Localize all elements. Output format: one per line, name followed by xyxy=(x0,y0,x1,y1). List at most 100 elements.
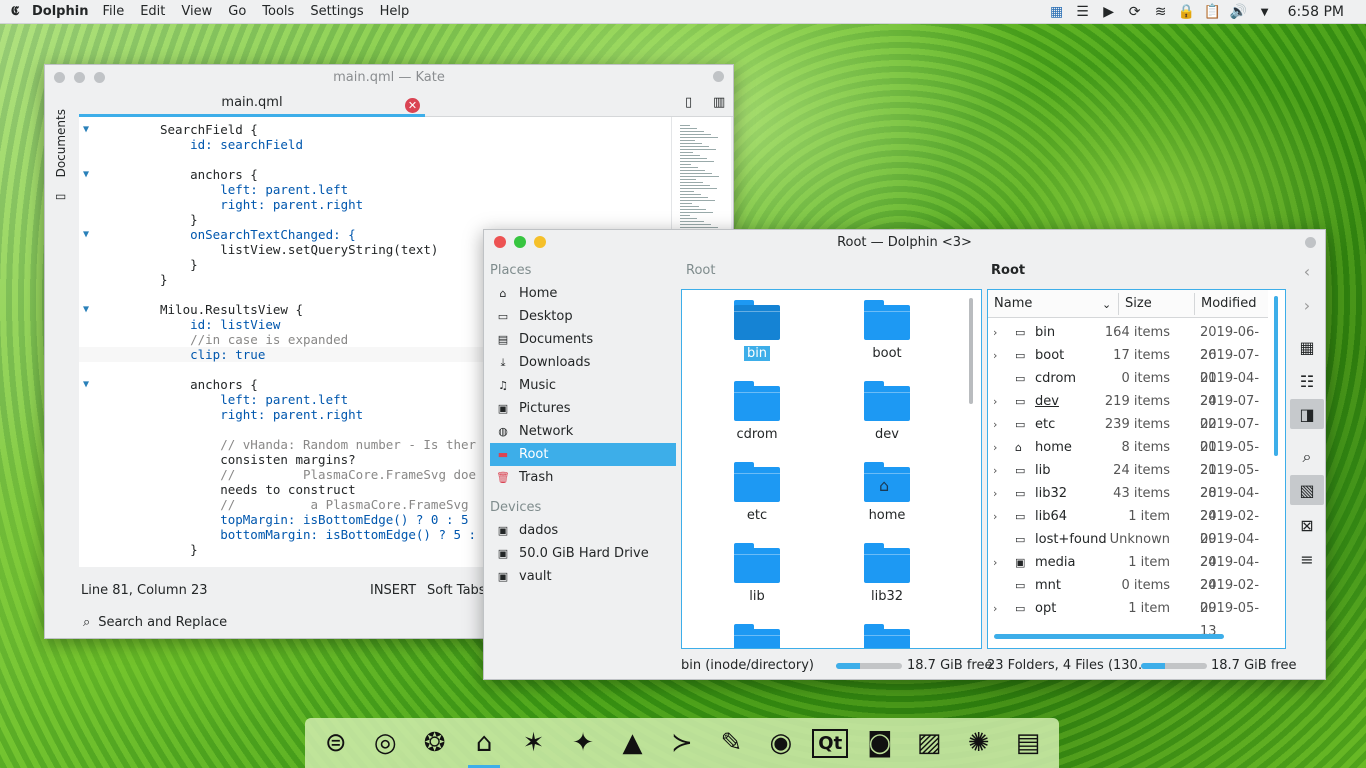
cursor-position[interactable]: Line 81, Column 23 xyxy=(81,583,208,598)
table-row[interactable]: › ▭ opt 1 item 2019-05-13 xyxy=(988,597,1268,639)
gimp-icon[interactable]: ✶ xyxy=(514,723,554,763)
folder-item[interactable]: lib xyxy=(697,543,817,604)
code-line[interactable]: left: parent.left xyxy=(79,182,669,197)
expand-arrow-icon[interactable]: › xyxy=(993,390,997,413)
folder-item[interactable]: bin xyxy=(697,300,817,361)
document-viewer-icon[interactable]: ▨ xyxy=(909,723,949,763)
fold-arrow-icon[interactable]: ▼ xyxy=(83,377,89,392)
folder-item[interactable]: dev xyxy=(827,381,947,442)
expand-arrow-icon[interactable]: › xyxy=(993,344,997,367)
table-row[interactable]: › ▣ media 1 item 2019-04-24 xyxy=(988,551,1268,593)
icons-view-icon[interactable]: ▦ xyxy=(1290,332,1324,362)
keep-above-button[interactable] xyxy=(713,71,724,82)
menu-edit[interactable]: Edit xyxy=(140,4,165,19)
terminal-icon[interactable]: ≻ xyxy=(662,723,702,763)
code-line[interactable]: } xyxy=(79,212,669,227)
place-downloads[interactable]: ⤓ Downloads xyxy=(490,351,676,374)
new-document-icon[interactable]: ▯ xyxy=(685,95,692,110)
back-icon[interactable]: ‹ xyxy=(1290,256,1324,286)
details-view[interactable]: Name ⌄ Size Modified › ▭ bin 164 items 2019-… xyxy=(987,289,1286,649)
table-row[interactable]: ▭ lost+found Unknown 2019-04-24 xyxy=(988,528,1268,570)
place-root[interactable]: ▬ Root xyxy=(490,443,676,466)
compact-view-icon[interactable]: ☷ xyxy=(1290,366,1324,396)
table-row[interactable]: › ▭ bin 164 items 2019-06-26 xyxy=(988,321,1268,363)
inkscape-icon[interactable]: ✦ xyxy=(563,723,603,763)
expand-arrow-icon[interactable]: › xyxy=(993,597,997,620)
folder-item[interactable]: lib32 xyxy=(827,543,947,604)
keep-above-button[interactable] xyxy=(1305,237,1316,248)
media-play-icon[interactable]: ▶ xyxy=(1096,0,1122,24)
table-row[interactable]: › ▭ boot 17 items 2019-07-01 xyxy=(988,344,1268,386)
expand-arrow-icon[interactable]: › xyxy=(993,413,997,436)
dolphin-titlebar[interactable]: Root — Dolphin <3> xyxy=(484,230,1325,254)
preview-icon[interactable]: ▧ xyxy=(1290,475,1324,505)
hamburger-menu-icon[interactable]: ≡ xyxy=(1290,544,1324,574)
expand-arrow-icon[interactable]: › xyxy=(993,551,997,574)
place-music[interactable]: ♫ Music xyxy=(490,374,676,397)
folder-item[interactable]: etc xyxy=(697,462,817,523)
scrollbar[interactable] xyxy=(1274,296,1278,456)
documents-tab[interactable]: Documents xyxy=(54,109,68,177)
expand-arrow-icon[interactable]: › xyxy=(993,482,997,505)
scrollbar[interactable] xyxy=(969,298,973,404)
volume-icon[interactable]: 🔊 xyxy=(1226,0,1252,24)
place-dados[interactable]: ▣ dados xyxy=(490,519,676,542)
clipboard-icon[interactable]: 📋 xyxy=(1200,0,1226,24)
folder-item[interactable]: boot xyxy=(827,300,947,361)
expand-arrow-icon[interactable]: ▼ xyxy=(1252,0,1278,24)
menu-view[interactable]: View xyxy=(181,4,212,19)
kate-titlebar[interactable]: main.qml — Kate xyxy=(45,65,733,89)
table-row[interactable]: ▭ mnt 0 items 2019-02-09 xyxy=(988,574,1268,616)
text-editor-icon[interactable]: ▤ xyxy=(1008,723,1048,763)
indentation-mode[interactable]: Soft Tabs: xyxy=(427,583,490,598)
qt-creator-icon[interactable]: Qt xyxy=(810,723,850,763)
expand-arrow-icon[interactable]: › xyxy=(993,321,997,344)
breadcrumb-right[interactable]: Root xyxy=(991,263,1025,278)
menu-settings[interactable]: Settings xyxy=(310,4,363,19)
vlc-icon[interactable]: ▲ xyxy=(612,723,652,763)
table-row[interactable]: › ⌂ home 8 items 2019-05-21 xyxy=(988,436,1268,478)
network-icon[interactable]: ≋ xyxy=(1148,0,1174,24)
menu-file[interactable]: File xyxy=(102,4,124,19)
code-line[interactable]: ▼ SearchField { xyxy=(79,122,669,137)
folder-item[interactable]: ⌂ home xyxy=(827,462,947,523)
code-line[interactable] xyxy=(79,152,669,167)
task-manager-icon[interactable]: ▦ xyxy=(1044,0,1070,24)
column-modified[interactable]: Modified xyxy=(1194,293,1256,315)
table-row[interactable]: › ▭ lib32 43 items 2019-04-24 xyxy=(988,482,1268,524)
place-network[interactable]: ◍ Network xyxy=(490,420,676,443)
menu-help[interactable]: Help xyxy=(380,4,410,19)
breadcrumb-left[interactable]: Root xyxy=(686,263,715,278)
split-icon[interactable]: ◨ xyxy=(1290,399,1324,429)
folder-item[interactable] xyxy=(697,624,817,648)
place-50-0-gib-hard-drive[interactable]: ▣ 50.0 GiB Hard Drive xyxy=(490,542,676,565)
settings-toggle-icon[interactable]: ⊜ xyxy=(316,723,356,763)
place-vault[interactable]: ▣ vault xyxy=(490,565,676,588)
app-name[interactable]: Dolphin xyxy=(32,4,88,19)
search-and-replace-toggle[interactable]: ⌕ Search and Replace xyxy=(83,615,227,630)
expand-arrow-icon[interactable]: › xyxy=(993,436,997,459)
place-desktop[interactable]: ▭ Desktop xyxy=(490,305,676,328)
camera-icon[interactable]: ◙ xyxy=(860,723,900,763)
expand-arrow-icon[interactable]: › xyxy=(993,459,997,482)
table-row[interactable]: ▭ cdrom 0 items 2019-04-24 xyxy=(988,367,1268,409)
chromium-icon[interactable]: ◎ xyxy=(365,723,405,763)
expand-arrow-icon[interactable]: › xyxy=(993,505,997,528)
place-home[interactable]: ⌂ Home xyxy=(490,282,676,305)
icon-view[interactable]: bin boot cdrom dev etc ⌂ home lib lib32 xyxy=(681,289,982,649)
table-row[interactable]: › ▭ lib 24 items 2019-05-28 xyxy=(988,459,1268,501)
fold-arrow-icon[interactable]: ▼ xyxy=(83,302,89,317)
fold-arrow-icon[interactable]: ▼ xyxy=(83,122,89,137)
firefox-icon[interactable]: ❂ xyxy=(415,723,455,763)
app-logo-icon[interactable]: 𝕮 xyxy=(4,4,26,19)
column-name[interactable]: Name xyxy=(994,296,1032,311)
table-row[interactable]: › ▭ etc 239 items 2019-07-01 xyxy=(988,413,1268,455)
search-icon[interactable]: ⌕ xyxy=(1290,442,1324,472)
close-split-icon[interactable]: ⊠ xyxy=(1290,510,1324,540)
chevron-down-icon[interactable]: ⌄ xyxy=(1102,298,1111,311)
kate-icon[interactable]: ✎ xyxy=(711,723,751,763)
place-trash[interactable]: 🗑 Trash xyxy=(490,466,676,489)
tab-main-qml[interactable]: main.qml ✕ xyxy=(79,93,425,117)
eye-icon[interactable]: ◉ xyxy=(761,723,801,763)
code-line[interactable]: right: parent.right xyxy=(79,197,669,212)
